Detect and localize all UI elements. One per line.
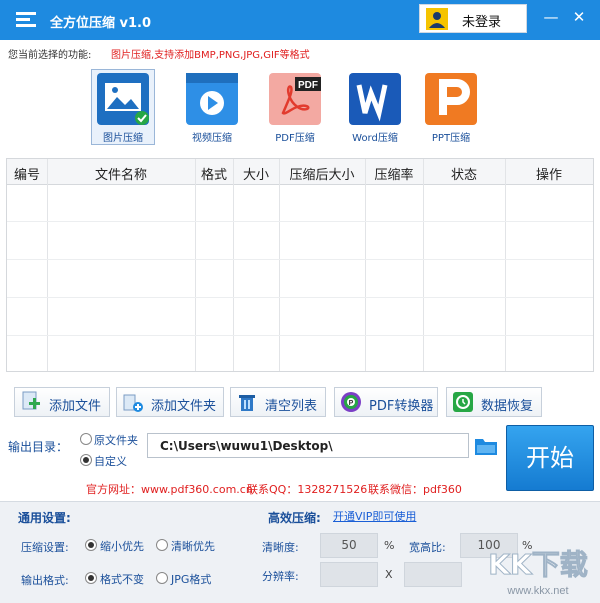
add-folder-label: 添加文件夹 [151,399,217,414]
output-format-label: 输出格式: [21,574,69,587]
col-filename: 文件名称 [94,168,147,183]
row-divider [7,297,593,298]
size-priority-label: 缩小优先 [100,540,144,553]
clear-list-label: 清空列表 [265,399,318,414]
col-format: 格式 [200,168,227,183]
general-settings-title: 通用设置: [18,511,71,525]
pdf-converter-button[interactable]: P PDF转换器 [334,387,438,417]
start-button[interactable]: 开始 [506,425,594,491]
video-compress-icon [186,73,238,125]
website-text: 官方网址：www.pdf360.com.cn [86,483,253,496]
jpg-format-label: JPG格式 [171,573,212,586]
function-label: 您当前选择的功能: [8,50,92,61]
column-divider [195,159,196,371]
add-file-button[interactable]: 添加文件 [14,387,110,417]
clarity-label: 清晰度: [262,541,299,554]
close-button[interactable]: ✕ [570,8,588,26]
ratio-label: 宽高比: [409,541,446,554]
folder-browse-icon[interactable] [474,436,498,456]
app-logo-icon [14,9,38,31]
col-number: 编号 [13,168,40,183]
wechat-text: 联系微信：pdf360 [368,483,462,496]
clarity-input[interactable]: 50 [320,533,378,558]
tool-label: 视频压缩 [192,133,232,144]
col-action: 操作 [535,168,562,183]
user-avatar-icon [426,8,448,30]
add-folder-button[interactable]: 添加文件夹 [116,387,224,417]
column-divider [279,159,280,371]
keep-format-label: 格式不变 [100,573,144,586]
col-status: 状态 [450,168,477,183]
compress-setting-label: 压缩设置: [21,541,69,554]
radio-jpg-format[interactable] [156,572,168,584]
column-divider [423,159,424,371]
radio-size-priority[interactable] [85,539,97,551]
radio-keep-format[interactable] [85,572,97,584]
data-recovery-icon [453,392,473,412]
minimize-button[interactable]: — [542,8,560,26]
tool-label: 图片压缩 [103,133,143,144]
row-divider [7,221,593,222]
col-ratio: 压缩率 [374,168,414,183]
data-recovery-label: 数据恢复 [481,399,534,414]
pdf-converter-icon: P [341,392,361,412]
login-button[interactable]: 未登录 [419,4,527,33]
svg-text:KK下载: KK下载 [488,548,587,581]
svg-text:PDF: PDF [298,80,318,91]
col-compressed-size: 压缩后大小 [289,168,355,183]
col-size: 大小 [242,168,269,183]
svg-text:www.kkx.net: www.kkx.net [506,585,568,597]
title-bar: 全方位压缩 v1.0 未登录 — ✕ [0,0,600,40]
open-vip-link[interactable]: 开通VIP即可使用 [333,508,416,524]
original-folder-label: 原文件夹 [94,434,138,447]
column-divider [365,159,366,371]
function-description: 图片压缩,支持添加BMP,PNG,JPG,GIF等格式 [111,50,310,61]
resolution-x: X [385,568,393,581]
pdf-converter-label: PDF转换器 [369,399,434,414]
image-compress-icon [97,73,149,125]
clarity-unit: % [384,539,395,552]
pdf-compress-icon: PDF [269,73,321,125]
column-divider [505,159,506,371]
tool-word-compress[interactable]: Word压缩 [343,69,407,147]
radio-custom-folder[interactable] [80,454,92,466]
output-path-input[interactable]: C:\Users\wuwu1\Desktop\ [147,433,469,458]
tool-image-compress[interactable]: 图片压缩 [91,69,155,147]
tool-label: Word压缩 [352,133,398,144]
word-compress-icon [349,73,401,125]
resolution-width-input[interactable] [320,562,378,587]
tool-pdf-compress[interactable]: PDF PDF压缩 [263,69,327,147]
custom-folder-label: 自定义 [94,455,127,468]
tool-label: PPT压缩 [431,133,471,144]
column-divider [233,159,234,371]
row-divider [7,259,593,260]
svg-text:P: P [349,400,354,407]
tool-ppt-compress[interactable]: PPT压缩 [419,69,483,147]
clear-list-button[interactable]: 清空列表 [230,387,326,417]
column-divider [47,159,48,371]
resolution-label: 分辨率: [262,570,299,583]
kkx-watermark-logo: KK下载 www.kkx.net [488,548,588,598]
resolution-height-input[interactable] [404,562,462,587]
tool-label: PDF压缩 [275,133,315,144]
qq-text: 联系QQ：1328271526 [247,483,368,496]
radio-original-folder[interactable] [80,433,92,445]
trash-icon [239,395,255,411]
clarity-priority-label: 清晰优先 [171,540,215,553]
add-file-icon [22,391,40,410]
output-dir-label: 输出目录： [8,440,69,454]
radio-clarity-priority[interactable] [156,539,168,551]
add-folder-icon [123,394,143,412]
app-title: 全方位压缩 v1.0 [50,16,152,31]
ppt-compress-icon [425,73,477,125]
efficient-compress-title: 高效压缩: [268,511,321,525]
tool-video-compress[interactable]: 视频压缩 [180,69,244,147]
add-file-label: 添加文件 [49,399,102,414]
row-divider [7,335,593,336]
login-label: 未登录 [462,15,502,30]
file-table[interactable]: 编号 文件名称 格式 大小 压缩后大小 压缩率 状态 操作 [6,158,594,372]
data-recovery-button[interactable]: 数据恢复 [446,387,542,417]
